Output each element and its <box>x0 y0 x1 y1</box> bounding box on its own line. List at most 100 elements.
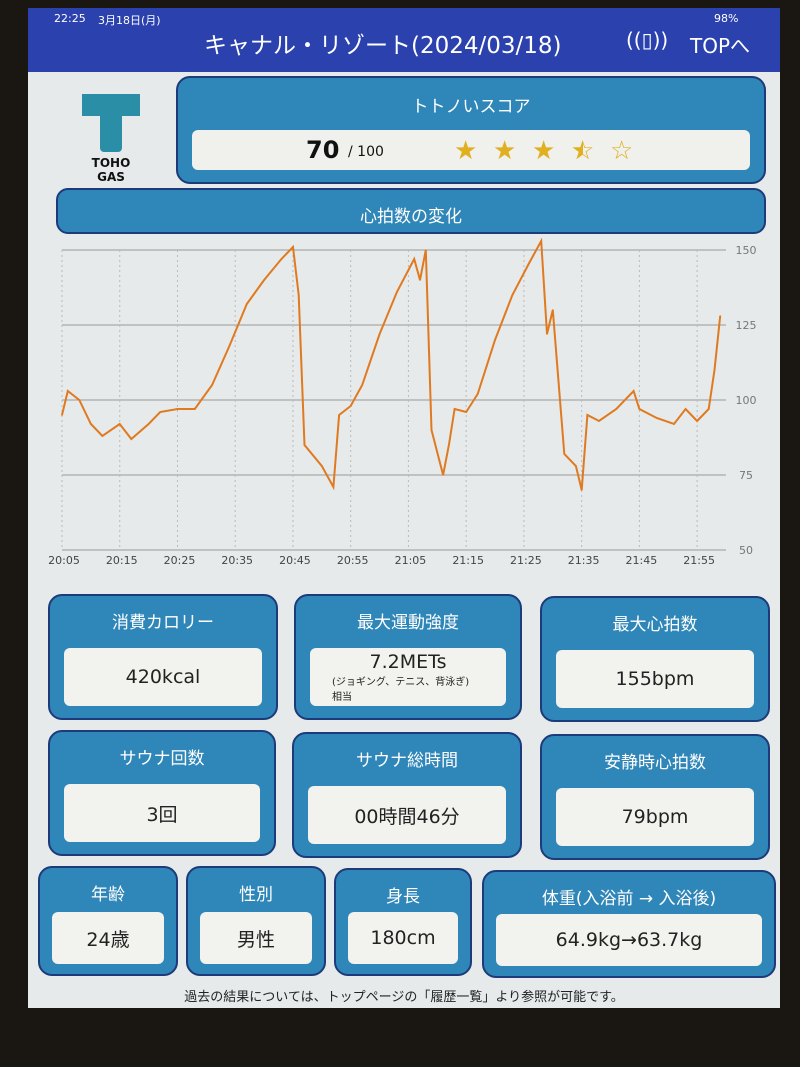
star-full-icon: ★ <box>493 136 517 166</box>
data-point <box>321 465 323 467</box>
stat-value: 24歳 <box>86 928 130 951</box>
star-half-icon: ☆★ <box>571 136 595 166</box>
stat-label: 最大心拍数 <box>612 615 698 635</box>
stat-card: 安静時心拍数 79bpm <box>540 734 770 860</box>
score-max: / 100 <box>348 144 384 160</box>
data-point <box>494 339 496 341</box>
stat-label: サウナ回数 <box>119 749 205 769</box>
data-point <box>632 390 635 392</box>
heart-rate-section-header: 心拍数の変化 <box>56 188 766 234</box>
screen: 22:25 3月18日(月) 98% キャナル・リゾート(2024/03/18)… <box>28 8 780 1008</box>
data-point <box>147 423 150 425</box>
page-title: キャナル・リゾート(2024/03/18) <box>204 33 562 59</box>
data-point <box>448 444 450 446</box>
data-point <box>580 489 583 491</box>
data-point <box>211 384 213 386</box>
stat-card: 最大運動強度 7.2METs (ジョギング、テニス、背泳ぎ) 相当 <box>294 594 522 720</box>
data-point <box>540 240 543 242</box>
star-full-icon: ★ <box>454 136 478 166</box>
stat-label: 消費カロリー <box>112 613 214 633</box>
data-point <box>378 333 381 335</box>
data-point <box>673 423 675 425</box>
stat-value: 420kcal <box>125 666 201 688</box>
toho-gas-logo: TOHO GAS <box>76 94 146 184</box>
data-point <box>563 453 566 455</box>
battery-level: 98% <box>714 12 739 25</box>
star-full-icon: ★ <box>532 136 556 166</box>
data-point <box>615 408 618 410</box>
x-tick-label: 21:35 <box>568 554 600 567</box>
data-point <box>263 279 265 281</box>
stat-value: 00時間46分 <box>354 805 460 828</box>
data-point <box>575 465 577 467</box>
data-point <box>430 429 433 431</box>
status-time: 22:25 <box>54 12 86 25</box>
x-tick-label: 20:55 <box>337 554 369 567</box>
data-point <box>546 333 548 335</box>
data-point <box>453 408 456 410</box>
data-point <box>176 408 179 410</box>
score-value: 70 <box>306 136 340 164</box>
data-point <box>713 369 716 371</box>
stat-value: 3回 <box>146 803 178 826</box>
score-title: トトノいスコア <box>411 97 531 117</box>
data-point <box>101 435 104 437</box>
data-point <box>696 420 698 422</box>
y-tick-label: 125 <box>736 319 757 332</box>
data-point <box>78 399 81 401</box>
data-point <box>511 294 514 296</box>
data-point <box>528 261 531 263</box>
x-tick-label: 20:25 <box>164 554 196 567</box>
data-point <box>707 408 710 410</box>
data-point <box>442 474 444 476</box>
data-point <box>194 408 196 410</box>
stat-note-2: 相当 <box>332 692 352 703</box>
data-point <box>655 417 658 419</box>
stat-label: 年齢 <box>91 885 125 905</box>
data-point <box>396 291 398 293</box>
data-point <box>361 384 364 386</box>
heart-rate-line <box>61 238 722 491</box>
data-point <box>66 390 69 392</box>
stat-value: 180cm <box>370 927 436 949</box>
stat-card: 身長 180cm <box>334 868 472 976</box>
stat-value: 79bpm <box>621 806 689 828</box>
stat-card: 体重(入浴前 → 入浴後) 64.9kg→63.7kg <box>482 870 776 978</box>
data-point <box>303 444 306 446</box>
smartwatch-icon[interactable]: ((▯)) <box>626 28 668 52</box>
stat-card: 最大心拍数 155bpm <box>540 596 770 722</box>
data-point <box>551 309 554 311</box>
data-point <box>684 408 687 410</box>
data-point <box>638 408 641 410</box>
data-point <box>476 393 479 395</box>
x-tick-label: 20:45 <box>279 554 311 567</box>
stat-value: 155bpm <box>615 668 695 690</box>
status-date: 3月18日(月) <box>98 14 161 27</box>
data-point <box>424 249 427 251</box>
y-tick-label: 150 <box>736 244 757 257</box>
stat-card: サウナ総時間 00時間46分 <box>292 732 522 858</box>
x-tick-label: 20:15 <box>106 554 138 567</box>
data-point <box>61 414 63 416</box>
data-point <box>297 294 300 296</box>
x-tick-label: 20:05 <box>48 554 80 567</box>
data-point <box>349 405 352 407</box>
stat-value: 64.9kg→63.7kg <box>555 929 703 951</box>
data-point <box>332 486 335 488</box>
data-point <box>419 279 421 281</box>
stat-value: 男性 <box>236 928 275 951</box>
top-button[interactable]: TOPへ <box>690 30 750 59</box>
y-tick-label: 50 <box>739 544 753 557</box>
stat-card: サウナ回数 3回 <box>48 730 276 856</box>
y-tick-label: 100 <box>736 394 757 407</box>
x-tick-label: 21:05 <box>395 554 427 567</box>
data-point <box>90 423 92 425</box>
data-point <box>465 411 467 413</box>
data-point <box>280 258 283 260</box>
data-point <box>159 411 161 413</box>
y-tick-label: 75 <box>739 469 753 482</box>
stat-label: 最大運動強度 <box>357 613 459 633</box>
stat-value: 7.2METs <box>369 651 447 673</box>
score-panel: トトノいスコア 70 / 100 ★ ★ ★ ☆★ ☆ <box>176 76 766 184</box>
data-point <box>413 258 416 260</box>
